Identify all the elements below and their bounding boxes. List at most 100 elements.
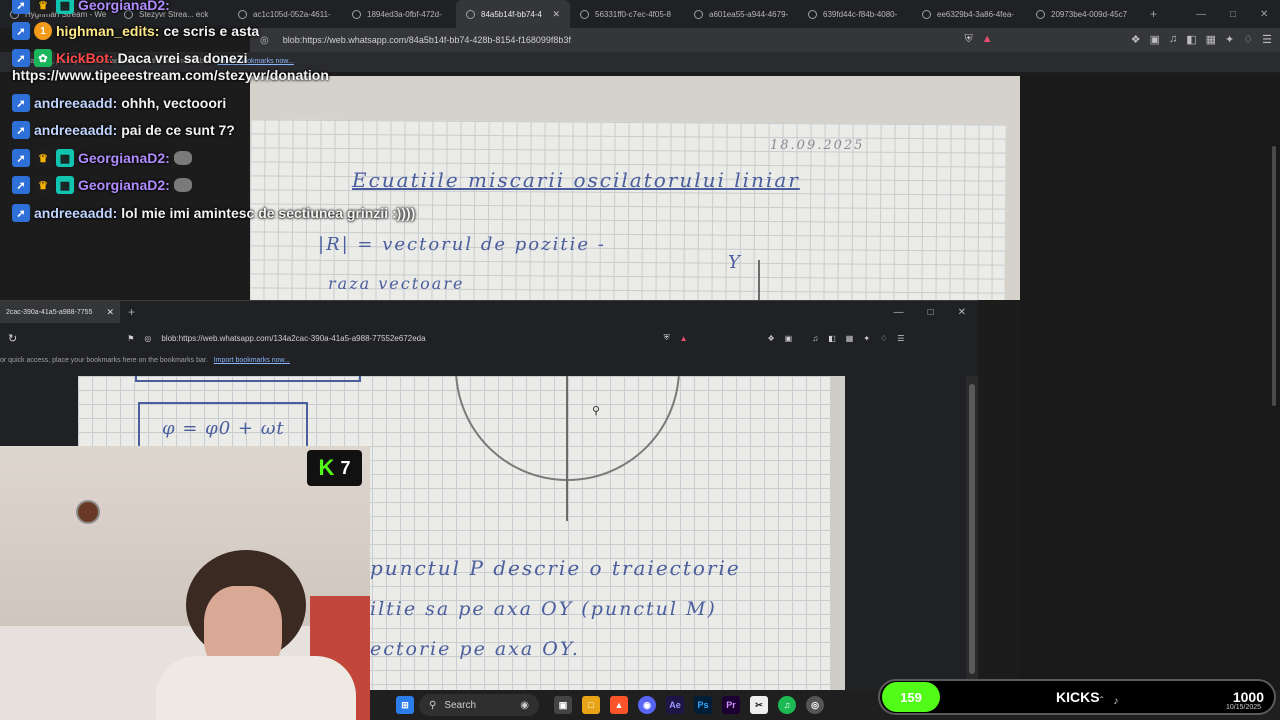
screenshot-icon-2[interactable]: ▣ [785, 334, 793, 343]
brave-rewards-icon-2[interactable]: ▲ [680, 334, 688, 343]
chat-message: ➚ ♛ ▩ GeorgianaD2: [12, 176, 192, 194]
kicks-goal-widget: 159 KICKS 1000 [878, 679, 1276, 715]
leo-icon[interactable]: ✦ [1225, 33, 1234, 46]
notebook-line1: |R| = vectorul de pozitie - [318, 234, 606, 255]
extensions-icon[interactable]: ❖ [1131, 33, 1141, 46]
chat-text: lol mie imi amintesc de sectiunea grinzi… [121, 205, 416, 221]
task-view-icon[interactable]: ▣ [554, 696, 572, 714]
chat-text: pai de ce sunt 7? [121, 122, 235, 138]
vpn-icon-2[interactable]: ♢ [880, 334, 887, 343]
chat-username[interactable]: GeorgianaD2: [78, 150, 170, 166]
chat-username[interactable]: GeorgianaD2: [78, 177, 170, 193]
chat-message: ➚ andreeaadd: lol mie imi amintesc de sect… [12, 204, 415, 222]
brave-shield-icon[interactable]: ⛨ [965, 33, 973, 46]
tab-favicon-icon [580, 9, 589, 19]
chat-badge-icon: ♛ [34, 176, 52, 194]
minimize-icon-2[interactable]: — [894, 307, 904, 318]
tab-favicon-icon [922, 9, 931, 19]
new-tab-button[interactable]: + [128, 305, 135, 319]
wallet-icon[interactable]: ▦ [1206, 33, 1216, 46]
after-effects-icon[interactable]: Ae [666, 696, 684, 714]
new-tab-button[interactable]: + [1140, 7, 1167, 21]
right-background [1020, 76, 1280, 720]
screenshot-icon[interactable]: ▣ [1150, 33, 1160, 46]
leo-icon-2[interactable]: ✦ [863, 334, 870, 343]
spotify-icon[interactable]: ♫ [778, 696, 796, 714]
second-bookmarks-bar: or quick access, place your bookmarks he… [0, 353, 978, 371]
close-icon-2[interactable]: ✕ [958, 307, 966, 318]
chat-badge-icon: ➚ [12, 94, 30, 112]
chat-badge-icon: ♛ [34, 0, 52, 14]
second-window-scrollbar[interactable] [966, 376, 978, 691]
bottom-line3: ectorie pe axa OY. [370, 638, 580, 660]
wallet-icon-2[interactable]: ▦ [846, 334, 854, 343]
tab-close-icon[interactable]: ✕ [106, 307, 114, 318]
chat-emote-icon [173, 178, 192, 192]
stream-chat: ➚ ♛ ▩ GeorgianaD2: ➚ 1 highman_edits: ce scris … [0, 0, 470, 230]
browser-tab[interactable]: 56331ff0-c7ec-4f05-8 [570, 0, 684, 28]
chat-badge-icon: ▩ [56, 149, 74, 167]
photoshop-icon[interactable]: Ps [694, 696, 712, 714]
browser-tab[interactable]: 84a5b14f-bb74-4 ✕ [456, 0, 570, 28]
menu-icon[interactable]: ☰ [1262, 33, 1272, 46]
chat-username[interactable]: highman_edits: [56, 23, 159, 39]
search-icon: ⚲ [429, 699, 437, 711]
site-info-icon-2[interactable]: ◎ [144, 334, 151, 343]
chat-message: ➚ ♛ ▩ GeorgianaD2: [12, 149, 192, 167]
capcut-icon[interactable]: ✂ [750, 696, 768, 714]
browser-tab[interactable]: 20973be4-009d-45c7 [1026, 0, 1140, 28]
chat-badge-icon: ➚ [12, 49, 30, 67]
premiere-icon[interactable]: Pr [722, 696, 740, 714]
restore-icon-2[interactable]: □ [928, 307, 934, 318]
chat-badge-icon: ▩ [56, 0, 74, 14]
tab-label: 639fd44c-f84b-4080- [823, 9, 898, 19]
second-window-tab[interactable]: 2cac-390a-41a5-a988-7755 ✕ [0, 301, 120, 323]
chat-badge-icon: ➚ [12, 121, 30, 139]
brave-shield-icon-2[interactable]: ⛨ [664, 333, 670, 343]
tab-close-icon[interactable]: ✕ [552, 9, 560, 20]
chat-username[interactable]: KickBot: [56, 50, 114, 66]
volume-icon[interactable]: ♪ [1113, 696, 1118, 707]
menu-icon-2[interactable]: ☰ [897, 334, 904, 343]
chat-username[interactable]: andreeaadd: [34, 122, 117, 138]
chat-username[interactable]: GeorgianaD2: [78, 0, 170, 13]
obs-icon[interactable]: ◎ [806, 696, 824, 714]
chat-username[interactable]: andreeaadd: [34, 205, 117, 221]
notebook-y-axis [758, 260, 760, 300]
close-icon[interactable]: ✕ [1260, 9, 1268, 20]
search-highlight-icon: ◉ [520, 699, 529, 711]
bookmark-icon[interactable]: ⚑ [127, 334, 134, 343]
chat-username[interactable]: andreeaadd: [34, 95, 117, 111]
brave-icon[interactable]: ▲ [610, 696, 628, 714]
reload-icon[interactable]: ↻ [8, 332, 17, 345]
file-explorer-icon[interactable]: □ [582, 696, 600, 714]
chat-badge-icon: ➚ [12, 176, 30, 194]
system-tray: ˆ ♪ [1100, 696, 1118, 707]
tray-chevron-icon[interactable]: ˆ [1100, 696, 1103, 707]
taskbar-search[interactable]: ⚲ Search ◉ [419, 694, 539, 716]
extensions-icon-2[interactable]: ❖ [768, 334, 775, 343]
music-icon-2[interactable]: ♫ [812, 334, 818, 343]
browser-tab[interactable]: ee6329b4-3a86-4fea- [912, 0, 1026, 28]
music-icon[interactable]: ♫ [1169, 33, 1177, 46]
import-bookmarks-link-2[interactable]: Import bookmarks now... [214, 357, 290, 364]
restore-icon[interactable]: □ [1230, 9, 1236, 20]
browser-tab[interactable]: a601ea55-a944-4679- [684, 0, 798, 28]
window-controls: — □ ✕ [1196, 0, 1268, 28]
minimize-icon[interactable]: — [1196, 9, 1206, 20]
windows-start-icon[interactable]: ⊞ [396, 696, 414, 714]
discord-icon[interactable]: ◉ [638, 696, 656, 714]
vpn-icon[interactable]: ♢ [1243, 33, 1253, 46]
brave-rewards-icon[interactable]: ▲ [982, 33, 993, 46]
chat-badge-icon: 1 [34, 22, 52, 40]
browser-tab[interactable]: 639fd44c-f84b-4080- [798, 0, 912, 28]
page-scrollbar[interactable] [1272, 146, 1276, 406]
chat-badge-icon: ➚ [12, 22, 30, 40]
chat-badge-icon: ➚ [12, 149, 30, 167]
sidebar-icon-2[interactable]: ◧ [828, 334, 836, 343]
chat-emote-icon [173, 151, 192, 165]
second-url[interactable]: blob:https://web.whatsapp.com/134a2cac-3… [161, 334, 425, 343]
chat-message: ➚ 1 highman_edits: ce scris e asta [12, 22, 259, 40]
chat-message: ➚ andreeaadd: ohhh, vectooori [12, 94, 226, 112]
sidebar-icon[interactable]: ◧ [1186, 33, 1196, 46]
